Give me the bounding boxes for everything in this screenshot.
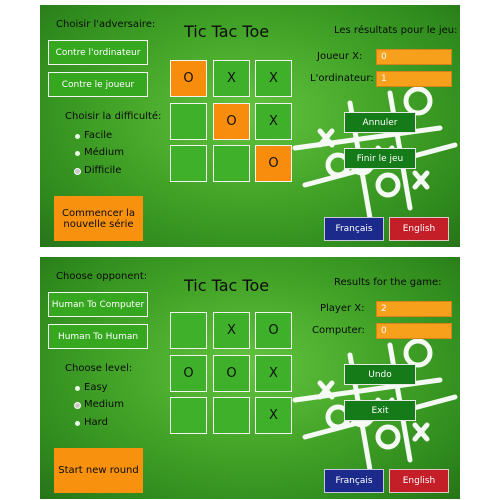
player-score-field[interactable]: 2: [376, 301, 452, 317]
board-cell[interactable]: [170, 145, 207, 182]
level-radio-medium[interactable]: [75, 403, 80, 408]
board-cell[interactable]: O: [213, 355, 250, 392]
undo-button[interactable]: Undo: [344, 364, 416, 385]
vs-player-button[interactable]: Human To Human: [48, 324, 148, 349]
vs-computer-button[interactable]: Human To Computer: [48, 292, 148, 317]
player-score-label: Joueur X:: [317, 51, 363, 62]
level-label-hard: Hard: [84, 417, 108, 428]
computer-score-label: Computer:: [312, 325, 365, 336]
results-heading: Les résultats pour le jeu:: [334, 25, 458, 36]
board-cell[interactable]: X: [213, 60, 250, 97]
level-radio-easy[interactable]: [75, 386, 80, 391]
start-new-round-button[interactable]: Start new round: [54, 448, 143, 493]
game-title: Tic Tac Toe: [184, 276, 270, 295]
board-cell[interactable]: X: [255, 397, 292, 434]
level-label-medium: Medium: [84, 399, 124, 410]
results-heading: Results for the game:: [334, 277, 442, 288]
board-cell[interactable]: [170, 397, 207, 434]
english-language-button[interactable]: English: [389, 469, 449, 493]
board-cell[interactable]: O: [213, 103, 250, 140]
level-label-easy: Easy: [84, 382, 108, 393]
opponent-heading: Choose opponent:: [56, 271, 148, 282]
board-cell[interactable]: X: [255, 60, 292, 97]
board-cell[interactable]: [170, 103, 207, 140]
board-cell[interactable]: [213, 397, 250, 434]
french-language-button[interactable]: Français: [324, 469, 384, 493]
french-game-panel: Choisir l'adversaire: Contre l'ordinateu…: [40, 5, 460, 247]
level-label-medium: Médium: [84, 147, 124, 158]
player-score-field[interactable]: 0: [376, 49, 452, 65]
start-new-series-button[interactable]: Commencer la nouvelle série: [54, 196, 143, 241]
board-cell[interactable]: O: [170, 355, 207, 392]
finish-game-button[interactable]: Finir le jeu: [344, 148, 416, 169]
player-score-label: Player X:: [320, 303, 365, 314]
board-cell[interactable]: X: [255, 355, 292, 392]
opponent-heading: Choisir l'adversaire:: [56, 19, 156, 30]
level-heading: Choisir la difficulté:: [65, 111, 162, 122]
level-heading: Choose level:: [65, 363, 133, 374]
french-language-button[interactable]: Français: [324, 217, 384, 241]
board-cell[interactable]: O: [255, 145, 292, 182]
level-radio-hard[interactable]: [75, 421, 80, 426]
board-cell[interactable]: O: [255, 312, 292, 349]
english-language-button[interactable]: English: [389, 217, 449, 241]
exit-button[interactable]: Exit: [344, 400, 416, 421]
computer-score-field[interactable]: 1: [376, 71, 452, 87]
english-game-panel: Choose opponent: Human To Computer Human…: [40, 257, 460, 499]
vs-computer-button[interactable]: Contre l'ordinateur: [48, 40, 148, 65]
game-title: Tic Tac Toe: [184, 22, 270, 41]
board-cell[interactable]: [213, 145, 250, 182]
board-cell[interactable]: [170, 312, 207, 349]
computer-score-field[interactable]: 0: [376, 323, 452, 339]
level-radio-easy[interactable]: [75, 134, 80, 139]
cancel-button[interactable]: Annuler: [344, 112, 416, 133]
level-radio-medium[interactable]: [75, 151, 80, 156]
level-label-hard: Difficile: [84, 165, 122, 176]
board-cell[interactable]: X: [255, 103, 292, 140]
board-cell[interactable]: O: [170, 60, 207, 97]
board-cell[interactable]: X: [213, 312, 250, 349]
level-label-easy: Facile: [84, 130, 113, 141]
vs-player-button[interactable]: Contre le joueur: [48, 72, 148, 97]
computer-score-label: L'ordinateur:: [310, 73, 374, 84]
level-radio-hard[interactable]: [75, 169, 80, 174]
